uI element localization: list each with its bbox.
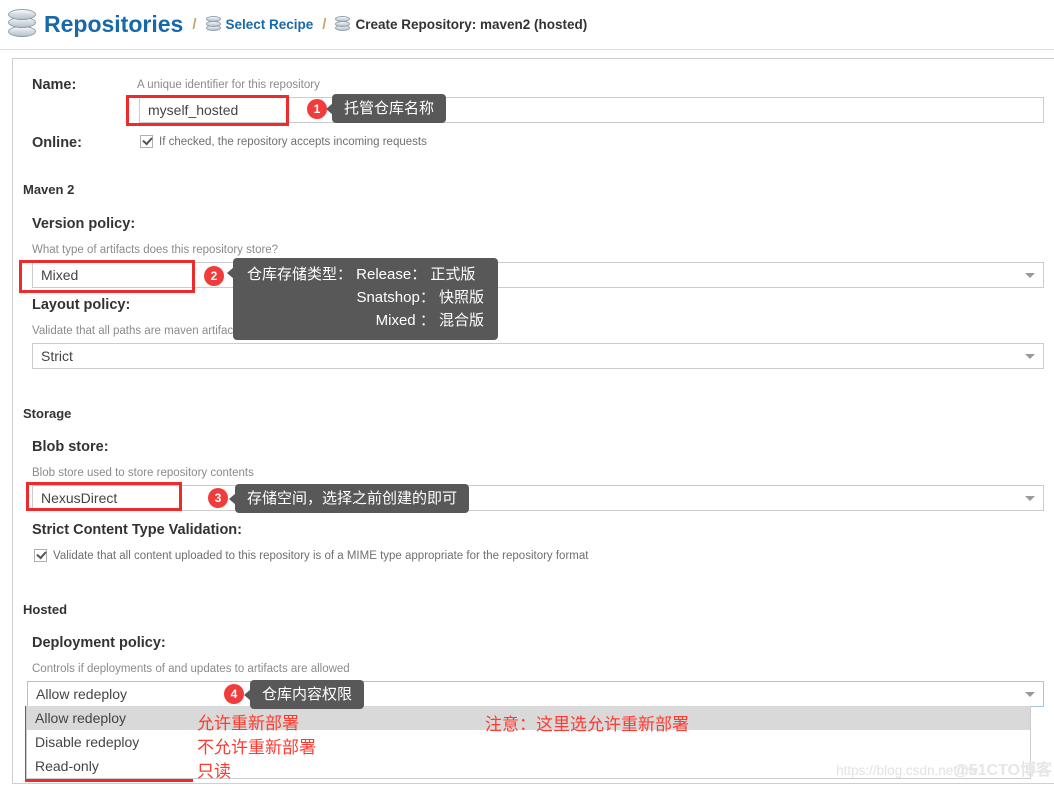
database-icon-small-1 xyxy=(205,16,221,33)
online-label: Online: xyxy=(32,135,82,151)
dropdown-option-label: Read-only xyxy=(35,758,99,774)
database-icon-small-2 xyxy=(335,16,351,33)
deployment-policy-label: Deployment policy: xyxy=(32,635,166,651)
dropdown-option-label: Allow redeploy xyxy=(35,710,127,726)
section-hosted: Hosted xyxy=(23,602,68,617)
blob-store-select[interactable]: NexusDirect xyxy=(32,485,1044,511)
breadcrumb-header: Repositories / Select Recipe / Create Re… xyxy=(0,0,1054,50)
annotation-tooltip-2-line3: Mixed ： 混合版 xyxy=(375,311,484,329)
name-label: Name: xyxy=(32,77,77,93)
version-policy-label: Version policy: xyxy=(32,216,136,232)
chevron-down-icon-layout-policy[interactable] xyxy=(1025,354,1035,359)
deployment-policy-helper-text: Controls if deployments of and updates t… xyxy=(32,663,350,675)
strict-content-checkbox-label: Validate that all content uploaded to th… xyxy=(53,549,589,562)
layout-policy-label: Layout policy: xyxy=(32,297,131,313)
breadcrumb-label-create-repository: Create Repository: maven2 (hosted) xyxy=(355,17,588,32)
annotation-badge-2: 2 xyxy=(204,266,224,286)
strict-content-label: Strict Content Type Validation: xyxy=(32,522,242,538)
chevron-down-icon-version-policy[interactable] xyxy=(1025,273,1035,278)
name-helper-text: A unique identifier for this repository xyxy=(137,79,320,91)
breadcrumb-label-select-recipe: Select Recipe xyxy=(225,17,314,32)
annotation-tooltip-2-line2: Snatshop： 快照版 xyxy=(356,288,484,306)
annotation-tooltip-4: 仓库内容权限 xyxy=(243,680,365,710)
strict-content-checkbox[interactable] xyxy=(34,549,47,562)
section-maven2: Maven 2 xyxy=(23,182,75,197)
dropdown-option-label: Disable redeploy xyxy=(35,734,140,750)
breadcrumb-separator-2: / xyxy=(322,16,327,33)
strict-content-checkbox-row[interactable]: Validate that all content uploaded to th… xyxy=(34,549,588,562)
version-policy-helper-text: What type of artifacts does this reposit… xyxy=(32,244,279,256)
online-checkbox-label: If checked, the repository accepts incom… xyxy=(159,135,427,148)
layout-policy-select[interactable]: Strict xyxy=(32,343,1044,369)
version-policy-select[interactable]: Mixed xyxy=(32,262,1044,288)
blob-store-value: NexusDirect xyxy=(41,490,118,506)
name-input[interactable]: myself_hosted xyxy=(139,97,1044,123)
layout-policy-value: Strict xyxy=(41,348,73,364)
annotation-tooltip-3: 存储空间，选择之前创建的即可 xyxy=(228,484,470,514)
annotation-tooltip-2-line1: 仓库存储类型： Release： 正式版 xyxy=(247,266,476,283)
blob-store-label: Blob store: xyxy=(32,439,109,455)
database-icon xyxy=(8,8,36,41)
blob-store-helper-text: Blob store used to store repository cont… xyxy=(32,467,254,479)
annotation-badge-4: 4 xyxy=(224,684,244,704)
breadcrumb-item-create-repository[interactable]: Create Repository: maven2 (hosted) xyxy=(335,16,587,33)
page-title[interactable]: Repositories xyxy=(44,11,183,38)
breadcrumb-item-select-recipe[interactable]: Select Recipe xyxy=(205,16,314,33)
name-input-value: myself_hosted xyxy=(148,102,239,118)
watermark-brand: @51CTO博客 xyxy=(953,762,1052,779)
version-policy-value: Mixed xyxy=(41,267,79,283)
breadcrumb-separator-1: / xyxy=(192,16,197,33)
deployment-policy-select[interactable]: Allow redeploy xyxy=(27,681,1044,707)
create-repository-form-panel: Name: A unique identifier for this repos… xyxy=(12,58,1054,784)
section-storage: Storage xyxy=(23,406,72,421)
annotation-note-attention: 注意：这里选允许重新部署 xyxy=(485,715,689,734)
annotation-note-disable-redeploy: 不允许重新部署 xyxy=(197,738,316,757)
online-checkbox-row[interactable]: If checked, the repository accepts incom… xyxy=(140,135,427,148)
annotation-badge-3: 3 xyxy=(208,488,228,508)
chevron-down-icon-blob-store[interactable] xyxy=(1025,496,1035,501)
annotation-tooltip-1: 托管仓库名称 xyxy=(325,94,447,124)
annotation-badge-1: 1 xyxy=(307,99,327,119)
annotation-tooltip-2: 仓库存储类型： Release： 正式版 Snatshop： 快照版 Mixed… xyxy=(227,258,498,341)
deployment-policy-value: Allow redeploy xyxy=(36,686,128,702)
annotation-note-allow-redeploy: 允许重新部署 xyxy=(197,714,299,733)
online-checkbox[interactable] xyxy=(140,135,153,148)
annotation-note-read-only: 只读 xyxy=(197,762,231,781)
chevron-down-icon-deployment-policy[interactable] xyxy=(1025,692,1035,697)
